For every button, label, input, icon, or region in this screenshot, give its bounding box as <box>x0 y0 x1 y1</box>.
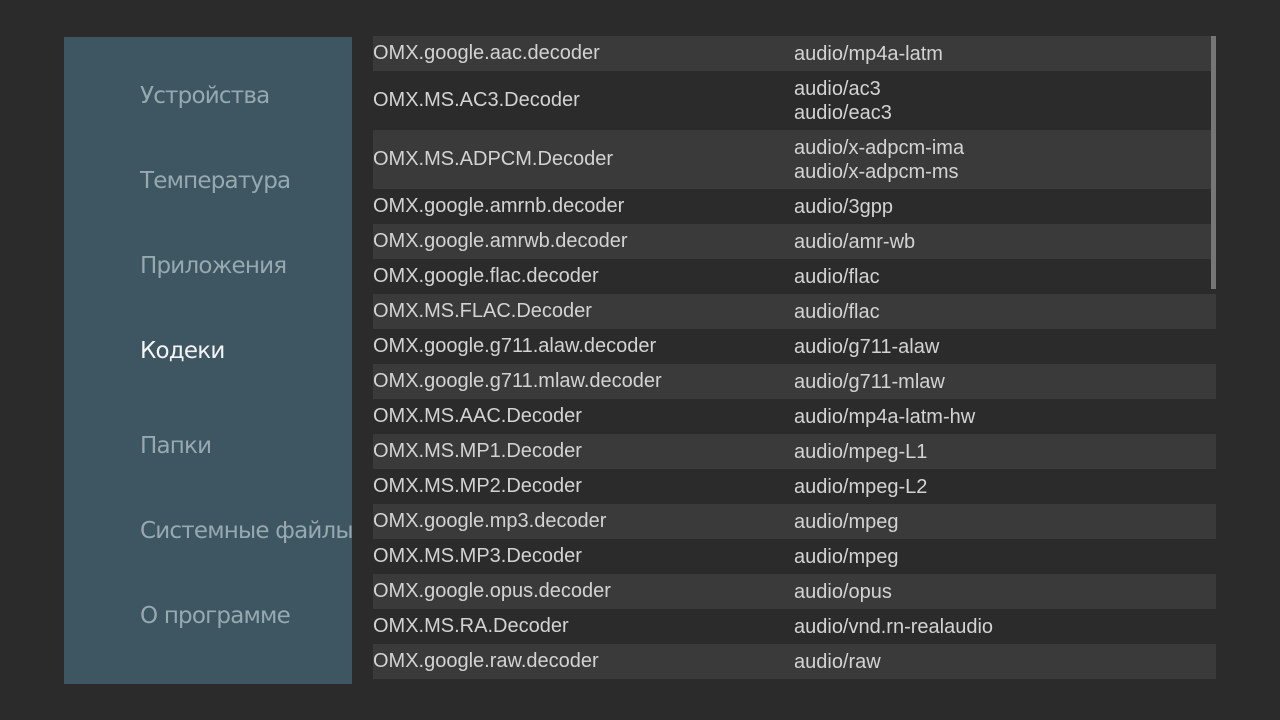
codec-name: OMX.google.mp3.decoder <box>373 510 607 532</box>
codec-row[interactable]: OMX.MS.AAC.Decoder audio/mp4a-latm-hw <box>373 399 1216 434</box>
codec-mime-types: audio/opus <box>794 574 892 609</box>
sidebar-item-about[interactable]: О программе <box>140 594 291 638</box>
codec-name: OMX.MS.MP2.Decoder <box>373 475 582 497</box>
codec-row[interactable]: OMX.MS.MP1.Decoder audio/mpeg-L1 <box>373 434 1216 469</box>
codec-mime-types: audio/flac <box>794 259 880 294</box>
codec-list[interactable]: OMX.google.aac.decoder audio/mp4a-latm OMX… <box>373 36 1216 684</box>
codec-row[interactable]: OMX.google.opus.decoder audio/opus <box>373 574 1216 609</box>
sidebar-item-folders[interactable]: Папки <box>140 424 212 468</box>
codec-name: OMX.google.g711.alaw.decoder <box>373 335 657 357</box>
codec-row[interactable]: OMX.MS.FLAC.Decoder audio/flac <box>373 294 1216 329</box>
codec-mime-type: audio/mpeg <box>794 545 899 568</box>
codec-mime-type: audio/x-adpcm-ms <box>794 160 959 183</box>
codec-mime-type: audio/mpeg-L2 <box>794 475 928 498</box>
codecs-screen: Устройства Температура Приложения Кодеки… <box>0 0 1280 720</box>
codec-mime-type: audio/mp4a-latm <box>794 42 943 65</box>
codec-row[interactable]: OMX.google.g711.alaw.decoder audio/g711-a… <box>373 329 1216 364</box>
codec-row[interactable]: OMX.google.g711.mlaw.decoder audio/g711-m… <box>373 364 1216 399</box>
codec-name: OMX.google.aac.decoder <box>373 42 600 64</box>
codec-mime-types: audio/ac3 audio/eac3 <box>794 71 892 130</box>
codec-mime-types: audio/x-adpcm-ima audio/x-adpcm-ms <box>794 130 964 189</box>
codec-row[interactable]: OMX.google.raw.decoder audio/raw <box>373 644 1216 679</box>
codec-mime-types: audio/mpeg <box>794 539 899 574</box>
codec-mime-type: audio/flac <box>794 265 880 288</box>
codec-mime-type: audio/flac <box>794 300 880 323</box>
codec-mime-types: audio/amr-wb <box>794 224 915 259</box>
sidebar-item-devices[interactable]: Устройства <box>140 74 270 118</box>
codec-mime-types: audio/mp4a-latm <box>794 36 943 71</box>
codec-name: OMX.google.amrwb.decoder <box>373 230 628 252</box>
codec-mime-types: audio/mpeg-L2 <box>794 469 927 504</box>
codec-name: OMX.MS.ADPCM.Decoder <box>373 148 614 170</box>
codec-mime-types: audio/flac <box>794 294 880 329</box>
codec-mime-types: audio/mpeg-L1 <box>794 434 927 469</box>
codec-row[interactable]: OMX.google.mp3.decoder audio/mpeg <box>373 504 1216 539</box>
codec-name: OMX.google.raw.decoder <box>373 650 599 672</box>
codec-mime-types: audio/mp4a-latm-hw <box>794 399 975 434</box>
codec-mime-type: audio/g711-mlaw <box>794 370 945 393</box>
codec-mime-type: audio/x-adpcm-ima <box>794 136 965 159</box>
codec-row[interactable] <box>373 679 1216 684</box>
sidebar-item-codecs[interactable]: Кодеки <box>140 329 225 373</box>
codec-row[interactable]: OMX.google.amrnb.decoder audio/3gpp <box>373 189 1216 224</box>
codec-row[interactable]: OMX.google.aac.decoder audio/mp4a-latm <box>373 36 1216 71</box>
codec-row[interactable]: OMX.google.flac.decoder audio/flac <box>373 259 1216 294</box>
codec-name: OMX.MS.RA.Decoder <box>373 615 569 637</box>
codec-name: OMX.google.opus.decoder <box>373 580 611 602</box>
codec-name: OMX.MS.AC3.Decoder <box>373 89 580 111</box>
codec-mime-type: audio/mpeg-L1 <box>794 440 928 463</box>
codec-mime-types: audio/g711-mlaw <box>794 364 945 399</box>
codec-mime-type: audio/eac3 <box>794 101 892 124</box>
codec-row[interactable]: OMX.google.amrwb.decoder audio/amr-wb <box>373 224 1216 259</box>
codec-row[interactable]: OMX.MS.RA.Decoder audio/vnd.rn-realaudio <box>373 609 1216 644</box>
codec-mime-types: audio/raw <box>794 644 881 679</box>
scrollbar-thumb[interactable] <box>1211 36 1216 289</box>
codec-mime-types: audio/g711-alaw <box>794 329 939 364</box>
codec-name: OMX.google.flac.decoder <box>373 265 599 287</box>
codec-mime-types: audio/mpeg <box>794 504 899 539</box>
codec-mime-type: audio/mpeg <box>794 510 899 533</box>
codec-mime-type: audio/vnd.rn-realaudio <box>794 615 994 638</box>
codec-mime-type: audio/amr-wb <box>794 230 916 253</box>
codec-mime-type: audio/opus <box>794 580 892 603</box>
codec-mime-type: audio/ac3 <box>794 77 881 100</box>
codec-mime-types: audio/3gpp <box>794 189 893 224</box>
codec-mime-type: audio/3gpp <box>794 195 893 218</box>
sidebar-item-temperature[interactable]: Температура <box>140 159 291 203</box>
sidebar-item-applications[interactable]: Приложения <box>140 244 287 288</box>
codec-mime-type: audio/g711-alaw <box>794 335 940 358</box>
codec-name: OMX.google.g711.mlaw.decoder <box>373 370 662 392</box>
sidebar-menu: Устройства Температура Приложения Кодеки… <box>64 37 352 684</box>
codec-name: OMX.google.amrnb.decoder <box>373 195 625 217</box>
codec-mime-types: audio/vnd.rn-realaudio <box>794 609 993 644</box>
codec-name: OMX.MS.FLAC.Decoder <box>373 300 592 322</box>
codec-row[interactable]: OMX.MS.ADPCM.Decoder audio/x-adpcm-ima aud… <box>373 130 1216 189</box>
codec-name: OMX.MS.MP1.Decoder <box>373 440 582 462</box>
codec-row[interactable]: OMX.MS.MP3.Decoder audio/mpeg <box>373 539 1216 574</box>
codec-row[interactable]: OMX.MS.MP2.Decoder audio/mpeg-L2 <box>373 469 1216 504</box>
codec-mime-type: audio/mp4a-latm-hw <box>794 405 976 428</box>
codec-name: OMX.MS.MP3.Decoder <box>373 545 582 567</box>
codec-mime-type: audio/raw <box>794 650 881 673</box>
codec-name: OMX.MS.AAC.Decoder <box>373 405 582 427</box>
codec-row[interactable]: OMX.MS.AC3.Decoder audio/ac3 audio/eac3 <box>373 71 1216 130</box>
sidebar-item-system-files[interactable]: Системные файлы <box>140 509 352 553</box>
